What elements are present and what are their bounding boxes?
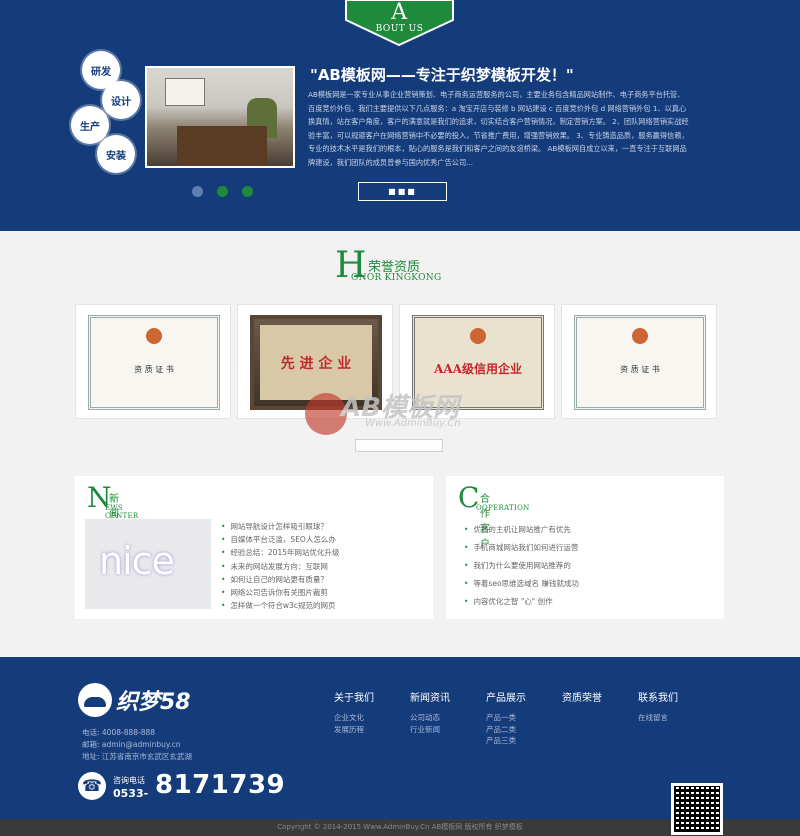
honor-heading: H 荣誉资质 ONOR KINGKONG	[335, 248, 535, 288]
about-title: "AB模板网——专注于织梦模板开发！"	[310, 66, 574, 84]
footer-link[interactable]: 企业文化	[334, 712, 374, 724]
news-item[interactable]: 自媒体平台泛滥，SEO人怎么办	[221, 533, 340, 546]
slider-dots	[192, 186, 253, 197]
footer-col-about: 关于我们 企业文化 发展历程	[334, 689, 374, 735]
footer-phone: 电话: 4008-888-888	[82, 728, 156, 737]
news-image[interactable]: nice	[85, 519, 211, 609]
cert-title: 资 质 证 书	[620, 365, 660, 374]
news-item[interactable]: 怎样做一个符合w3c规范的网页	[221, 599, 340, 612]
footer-col-title[interactable]: 关于我们	[334, 689, 374, 704]
tel-prefix: 0533-	[113, 787, 149, 800]
cert-card[interactable]: 资 质 证 书	[561, 304, 717, 419]
footer-col-contact: 联系我们 在线留言	[638, 689, 678, 724]
news-image-text: nice	[99, 539, 175, 583]
tel-number: 8171739	[155, 770, 286, 800]
about-badge-letter: A	[391, 0, 408, 25]
footer-col-news: 新闻资讯 公司动态 行业新闻	[410, 689, 450, 735]
cooperation-item[interactable]: 我们为什么要使用网站推荐的	[464, 557, 579, 575]
news-title-en: EWS CENTER	[105, 504, 139, 520]
about-badge-label: BOUT US	[375, 24, 424, 34]
cert-image: 资 质 证 书	[88, 315, 220, 410]
slider-dot[interactable]	[192, 186, 203, 197]
watermark-bar	[355, 439, 443, 452]
mountain-logo-icon	[78, 683, 112, 717]
footer-link[interactable]: 产品三类	[486, 735, 526, 747]
footer-col-honor: 资质荣誉	[562, 689, 602, 712]
footer-email: 邮箱: admin@adminbuy.cn	[82, 740, 181, 749]
news-item[interactable]: 网络公司告诉你有关图片裁剪	[221, 586, 340, 599]
footer-logo-text: 织梦58	[116, 690, 191, 715]
cooperation-item[interactable]: 等着seo思维选域名 赚钱就成功	[464, 575, 579, 593]
cert-title: AAA级信用企业	[434, 362, 522, 376]
footer-link[interactable]: 行业新闻	[410, 724, 450, 736]
slider-dot[interactable]	[217, 186, 228, 197]
footer-link[interactable]: 发展历程	[334, 724, 374, 736]
footer-col-title[interactable]: 新闻资讯	[410, 689, 450, 704]
tel-label: 咨询电话	[113, 776, 145, 785]
footer-contact: 电话: 4008-888-888 邮箱: admin@adminbuy.cn 地…	[82, 727, 192, 763]
cert-title: 资 质 证 书	[134, 365, 174, 374]
emblem-icon	[470, 328, 486, 344]
about-body: AB模板网是一家专业从事企业营销策划、电子商务运营服务的公司，主要业务包含精品网…	[308, 90, 689, 167]
cooperation-item[interactable]: 手机商城网站我们如何进行运营	[464, 539, 579, 557]
office-desk	[177, 126, 267, 166]
footer-address: 地址: 江苏省南京市玄武区玄武湖	[82, 752, 192, 761]
footer-link[interactable]: 在线留言	[638, 712, 678, 724]
qr-code-pattern	[674, 786, 720, 832]
about-section: A BOUT US 研发 设计 生产 安装 "AB模板网——专注于织梦模板开发！…	[0, 0, 800, 231]
footer-col-products: 产品展示 产品一类 产品二类 产品三类	[486, 689, 526, 747]
honor-title-en: ONOR KINGKONG	[351, 273, 442, 283]
emblem-icon	[146, 328, 162, 344]
qr-code-icon	[671, 783, 723, 835]
news-item[interactable]: 未来的网站发展方向：互联网	[221, 560, 340, 573]
watermark-url: Www.AdminBuy.Cn	[365, 418, 461, 429]
cooperation-item[interactable]: 内容优化之智 "心" 创作	[464, 593, 579, 611]
office-photo	[145, 66, 295, 168]
cert-image: 资 质 证 书	[574, 315, 706, 410]
footer-col-title[interactable]: 联系我们	[638, 689, 678, 704]
news-list: 网站导航设计怎样吸引眼球？ 自媒体平台泛滥，SEO人怎么办 经验总结：2015年…	[221, 520, 340, 612]
footer-col-title[interactable]: 资质荣誉	[562, 689, 602, 704]
cooperation-list: 优质的主机让网站推广有优先 手机商城网站我们如何进行运营 我们为什么要使用网站推…	[464, 521, 579, 611]
watermark: AB模板网 Www.AdminBuy.Cn	[305, 387, 510, 457]
news-item[interactable]: 网站导航设计怎样吸引眼球？	[221, 520, 340, 533]
about-badge: A BOUT US	[343, 0, 456, 46]
footer-link[interactable]: 公司动态	[410, 712, 450, 724]
about-badge-text: A BOUT US	[343, 0, 456, 35]
cooperation-title-en: OOPERATION	[476, 504, 530, 512]
news-panel: N 新闻资讯 EWS CENTER nice 网站导航设计怎样吸引眼球？ 自媒体…	[75, 476, 433, 619]
phone-icon: ☎	[78, 772, 106, 800]
news-item[interactable]: 经验总结：2015年网站优化升级	[221, 546, 339, 559]
cooperation-panel: C 合作客户 OOPERATION 优质的主机让网站推广有优先 手机商城网站我们…	[446, 476, 724, 619]
circle-design: 设计	[102, 81, 140, 119]
wall-calligraphy	[165, 78, 205, 106]
footer-logo[interactable]: 织梦58	[78, 683, 191, 717]
news-item[interactable]: 如何让自己的网站更有质量？	[221, 573, 340, 586]
footer-col-title[interactable]: 产品展示	[486, 689, 526, 704]
cert-card[interactable]: 资 质 证 书	[75, 304, 231, 419]
about-more-button[interactable]: ■■■	[358, 182, 447, 201]
cert-title: 先 进 企 业	[280, 356, 352, 372]
slider-dot[interactable]	[242, 186, 253, 197]
cooperation-item[interactable]: 优质的主机让网站推广有优先	[464, 521, 579, 539]
footer-link[interactable]: 产品二类	[486, 724, 526, 736]
circle-install: 安装	[97, 135, 135, 173]
emblem-icon	[632, 328, 648, 344]
footer-link[interactable]: 产品一类	[486, 712, 526, 724]
